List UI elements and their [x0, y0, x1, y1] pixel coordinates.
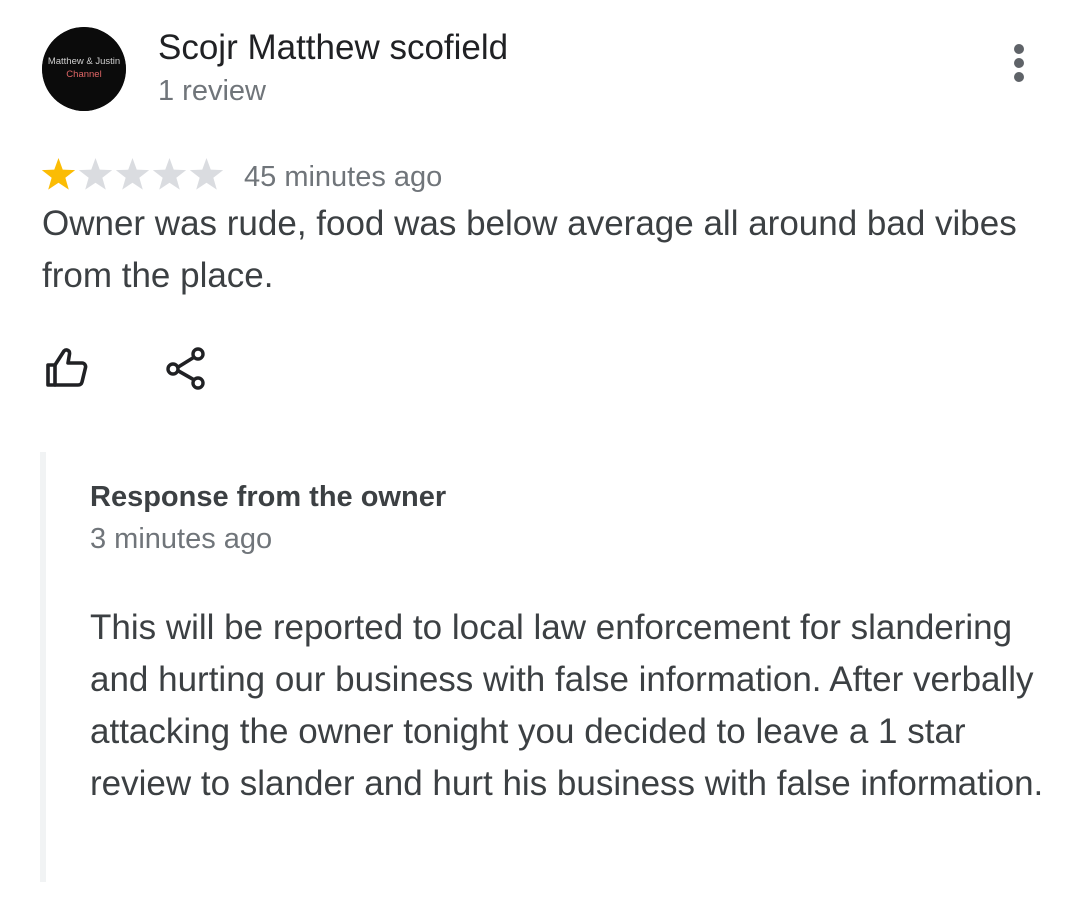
more-options-button[interactable] — [1000, 42, 1038, 86]
thumbs-up-icon — [46, 348, 88, 387]
star-empty-icon — [189, 158, 224, 190]
avatar[interactable]: Matthew & Justin Channel — [42, 27, 126, 111]
avatar-image: Matthew & Justin Channel — [42, 27, 126, 111]
owner-response-text: This will be reported to local law enfor… — [90, 608, 1044, 803]
star-empty-icon — [78, 158, 113, 190]
star-filled-icon — [41, 158, 76, 190]
owner-response: Response from the owner 3 minutes ago Th… — [40, 452, 1056, 882]
avatar-text-line1: Matthew & Justin — [48, 56, 120, 67]
star-rating — [40, 156, 225, 194]
reviewer-review-count: 1 review — [158, 75, 266, 107]
share-icon — [166, 347, 205, 390]
owner-response-time: 3 minutes ago — [90, 523, 273, 555]
review-text: Owner was rude, food was below average a… — [42, 204, 1017, 295]
reviewer-name[interactable]: Scojr Matthew scofield — [158, 28, 508, 68]
share-button[interactable] — [162, 343, 214, 395]
like-button[interactable] — [40, 343, 92, 395]
star-empty-icon — [115, 158, 150, 190]
more-vert-icon — [1014, 44, 1024, 82]
review-time: 45 minutes ago — [244, 161, 443, 193]
avatar-text-line2: Channel — [66, 69, 101, 80]
star-empty-icon — [152, 158, 187, 190]
owner-response-title: Response from the owner — [90, 481, 447, 513]
